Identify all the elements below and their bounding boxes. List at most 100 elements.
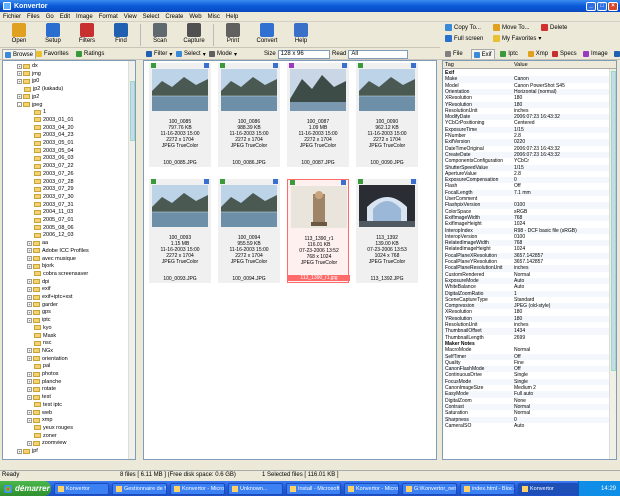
expand-toggle-icon[interactable]: +	[27, 386, 32, 392]
menu-item[interactable]: Web	[189, 14, 201, 20]
rating-marker-icon	[220, 63, 225, 68]
exif-row[interactable]: CameraISO Auto	[443, 423, 611, 429]
thumbnail[interactable]: 100_0094 955.59 KB 11-16-2003 15:00 2272 x …	[218, 179, 280, 283]
menu-item[interactable]: Misc	[208, 14, 220, 20]
tab-specs[interactable]: Specs	[550, 49, 579, 59]
toolbar-button-setup[interactable]: Setup	[36, 22, 70, 48]
expand-toggle-icon[interactable]: +	[27, 256, 32, 261]
expand-toggle-icon[interactable]: +	[27, 371, 32, 377]
thumbnail[interactable]: 113_1392 139.00 KB 07-23-2006 13:53 1024 x …	[356, 179, 418, 283]
toolbar-button-convert[interactable]: Convert	[250, 22, 284, 48]
expand-toggle-icon[interactable]: +	[27, 348, 32, 354]
mode-button[interactable]: Mode ▾	[207, 49, 239, 59]
expand-toggle-icon[interactable]: +	[17, 448, 22, 454]
tab-file[interactable]: File	[443, 49, 465, 59]
thumbnail[interactable]: 100_0087 1.09 MB 11-16-2003 15:00 2272 x 17…	[287, 63, 349, 167]
toolbar-button-scan[interactable]: Scan	[143, 22, 177, 48]
expand-toggle-icon[interactable]: +	[27, 356, 32, 362]
copy-to-button[interactable]: Copy To...	[445, 24, 481, 31]
menu-item[interactable]: Go	[46, 14, 54, 20]
menu-item[interactable]: Select	[143, 14, 160, 20]
tab-xmp[interactable]: Xmp	[526, 49, 550, 59]
expand-toggle-icon[interactable]: -	[17, 102, 22, 107]
taskbar-item[interactable]: Unknown...	[227, 482, 283, 495]
menu-item[interactable]: Create	[165, 14, 183, 20]
fullscreen-button[interactable]: Full screen	[445, 35, 483, 42]
minimize-button[interactable]: _	[586, 1, 596, 11]
expand-toggle-icon[interactable]: +	[27, 286, 32, 292]
expand-toggle-icon[interactable]: +	[27, 248, 32, 254]
start-button[interactable]: démarrer	[0, 481, 51, 496]
taskbar-item[interactable]: Konvertor	[53, 482, 109, 495]
fullscreen-icon	[445, 35, 452, 42]
menu-item[interactable]: Edit	[60, 14, 70, 20]
tag-column-header[interactable]: Tag	[445, 62, 454, 68]
toolbar-button-open[interactable]: Open	[2, 22, 36, 48]
expand-toggle-icon[interactable]: +	[27, 317, 32, 323]
thumbnail[interactable]: 100_0086 988.39 KB 11-16-2003 15:00 2272 x …	[218, 63, 280, 167]
tab-exif[interactable]: Exif	[470, 49, 495, 59]
menu-item[interactable]: View	[124, 14, 137, 20]
value-column-header[interactable]: Value	[514, 62, 528, 68]
expand-toggle-icon[interactable]: +	[27, 302, 32, 308]
toolbar-button-capture[interactable]: Capture	[177, 22, 211, 48]
favorites-button[interactable]: My Favorites ▾	[493, 35, 541, 42]
tab-image[interactable]: Image	[581, 49, 610, 59]
toolbar-button-filters[interactable]: Filters	[70, 22, 104, 48]
menu-item[interactable]: Help	[226, 14, 238, 20]
taskbar-item[interactable]: Install - Microsoft ...	[285, 482, 341, 495]
toolbar-button-help[interactable]: Help	[284, 22, 318, 48]
expand-toggle-icon[interactable]: +	[17, 94, 22, 100]
tab-iptc[interactable]: Iptc	[498, 49, 520, 59]
thumbnail[interactable]: 113_1390_r1 116.01 KB 07-23-2006 13:52 768 …	[287, 179, 350, 283]
filters-icon	[80, 23, 94, 37]
taskbar-item[interactable]: index.html - Bloc-...	[459, 482, 515, 495]
expand-toggle-icon[interactable]: +	[27, 440, 32, 446]
tree-scrollbar[interactable]	[128, 61, 135, 459]
menu-item[interactable]: Image	[76, 14, 93, 20]
exif-value: inches	[514, 322, 529, 328]
taskbar-item[interactable]: Gestionnaire de fi...	[111, 482, 167, 495]
folder-icon	[34, 425, 41, 431]
expand-toggle-icon[interactable]: +	[17, 63, 22, 69]
tab-favorites[interactable]: Favorites	[34, 49, 71, 59]
menu-item[interactable]: Files	[27, 14, 40, 20]
exif-scrollbar[interactable]	[609, 69, 616, 459]
thumbnail[interactable]: 100_0090 962.12 KB 11-16-2003 15:00 2272 x …	[356, 63, 418, 167]
tree-scroll-thumb[interactable]	[130, 81, 135, 141]
expand-toggle-icon[interactable]: +	[17, 78, 22, 84]
toolbar-button-print[interactable]: Print	[216, 22, 250, 48]
tab-browse[interactable]: Browse	[2, 49, 37, 59]
taskbar-item[interactable]: Konvertor - Micro...	[343, 482, 399, 495]
expand-toggle-icon[interactable]: +	[27, 379, 32, 385]
toolbar-button-find[interactable]: Find	[104, 22, 138, 48]
expand-toggle-icon[interactable]: +	[27, 240, 32, 246]
expand-toggle-icon[interactable]: +	[27, 410, 32, 415]
close-button[interactable]: ×	[608, 1, 618, 11]
delete-button[interactable]: Delete	[541, 24, 567, 31]
filter-button[interactable]: Filter ▾	[144, 49, 174, 59]
size-select[interactable]: 128 x 96	[277, 49, 330, 59]
expand-toggle-icon[interactable]: +	[27, 394, 32, 400]
thumbnail[interactable]: 100_0093 1.15 MB 11-16-2003 15:00 2272 x 17…	[149, 179, 211, 283]
move-to-button[interactable]: Move To...	[493, 24, 530, 31]
select-button[interactable]: Select ▾	[174, 49, 208, 59]
expand-toggle-icon[interactable]: +	[27, 263, 32, 269]
thumbnail[interactable]: 100_0085 797.76 KB 11-16-2003 15:00 2272 x …	[149, 63, 211, 167]
expand-toggle-icon[interactable]: +	[17, 71, 22, 77]
expand-toggle-icon[interactable]: +	[27, 294, 32, 300]
tree-folder[interactable]: + jpf	[17, 447, 38, 455]
tab-batch[interactable]: Batch	[612, 49, 620, 59]
maximize-button[interactable]: □	[597, 1, 607, 11]
expand-toggle-icon[interactable]: +	[27, 417, 32, 423]
tab-ratings[interactable]: Ratings	[74, 49, 106, 59]
expand-toggle-icon[interactable]: +	[27, 279, 32, 285]
taskbar-item[interactable]: Konvertor - Micro...	[169, 482, 225, 495]
menu-item[interactable]: Format	[99, 14, 118, 20]
expand-toggle-icon[interactable]: +	[27, 309, 32, 315]
taskbar-item[interactable]: G:\Konvertor_net\...	[401, 482, 457, 495]
exif-scroll-thumb[interactable]	[611, 71, 616, 371]
taskbar-item[interactable]: Konvertor	[517, 482, 578, 495]
menu-item[interactable]: Fichier	[3, 14, 21, 20]
read-select[interactable]: All	[348, 49, 409, 59]
